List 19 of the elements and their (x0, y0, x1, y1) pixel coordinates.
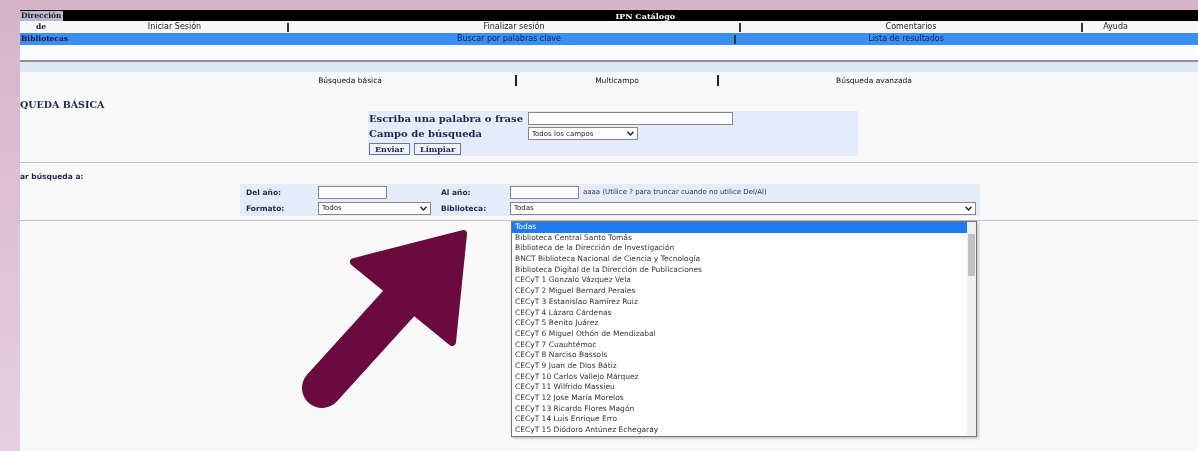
chevron-down-icon (627, 131, 634, 136)
window-title: IPN Catálogo (615, 10, 676, 21)
nav-link[interactable]: Iniciar Sesión (62, 22, 287, 32)
form-button[interactable]: Limpiar (414, 142, 462, 155)
nav-link[interactable]: Buscar por palabras clave (284, 34, 734, 44)
chevron-down-icon (420, 205, 427, 211)
nav-link[interactable]: Comentarios (741, 22, 1081, 32)
form-button[interactable]: Enviar (369, 142, 410, 155)
year-input[interactable] (510, 185, 579, 199)
field-label: Escriba una palabra o frase (368, 113, 525, 124)
nav-link[interactable]: Ayuda (1083, 22, 1148, 32)
section-heading: QUEDA BÁSICA (20, 99, 106, 111)
field-label: Campo de búsqueda (368, 128, 483, 139)
nav-link[interactable]: Lista de resultados (736, 34, 1076, 44)
year-input[interactable] (318, 185, 387, 199)
scrollbar[interactable] (967, 222, 976, 436)
search-input[interactable] (528, 112, 733, 125)
nav-link[interactable]: Finalizar sesión (289, 22, 739, 32)
chevron-down-icon (965, 205, 972, 211)
